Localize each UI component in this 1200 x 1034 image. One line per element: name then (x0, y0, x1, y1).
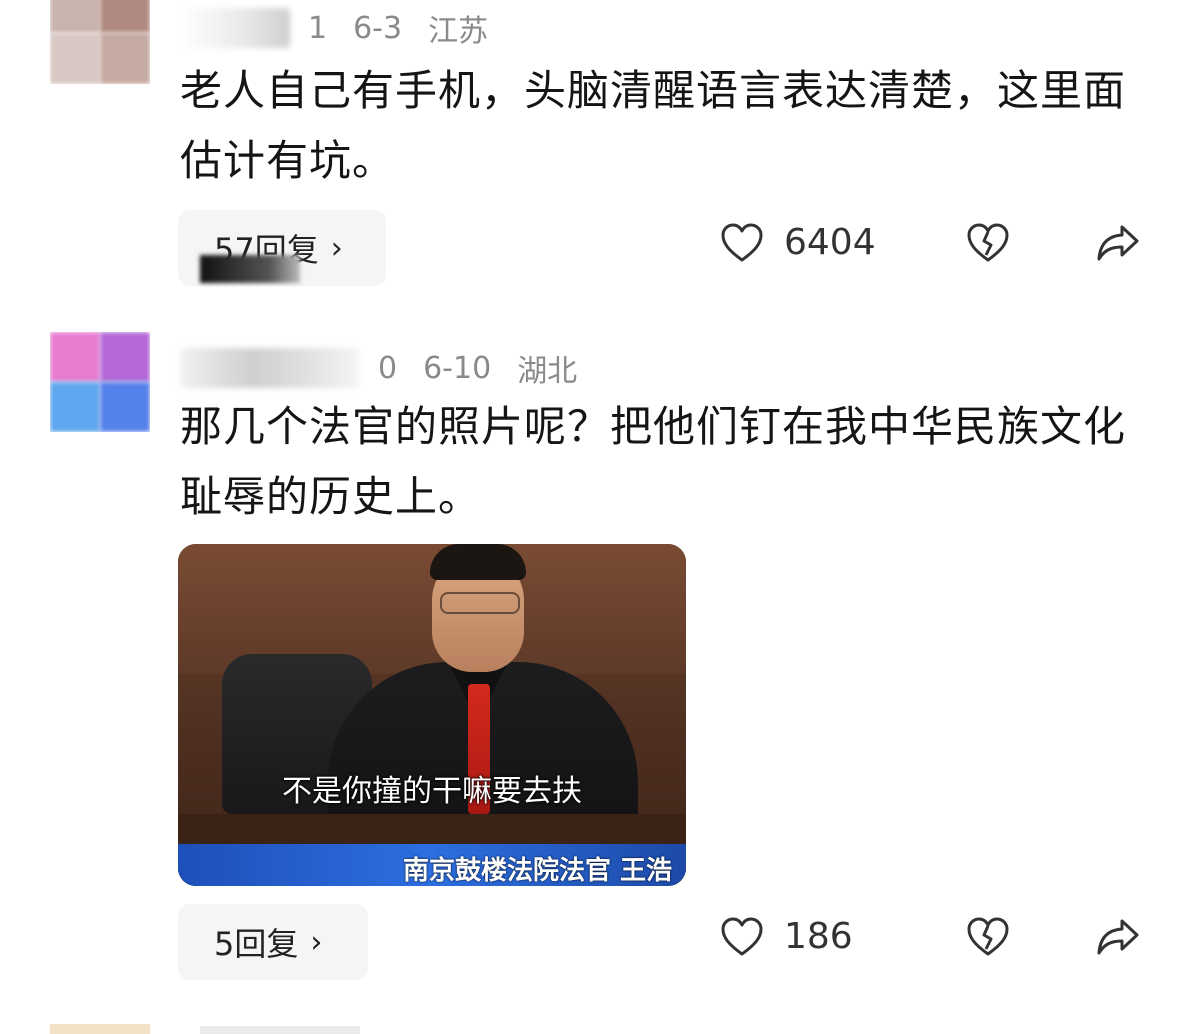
comment-meta: 0 6-10 湖北 (180, 346, 577, 390)
avatar[interactable] (50, 332, 150, 432)
comment-location: 湖北 (517, 354, 578, 389)
heart-outline-icon (721, 223, 763, 261)
share-button[interactable] (1096, 223, 1140, 263)
next-username-peek (200, 1026, 360, 1034)
dislike-button[interactable] (966, 917, 1010, 957)
comment-date: 6-10 (423, 350, 492, 386)
comment-image[interactable]: 不是你撞的干嘛要去扶 南京鼓楼法院法官 王浩 (178, 544, 686, 886)
username-tail: 0 (378, 350, 398, 386)
comment-text: 老人自己有手机，头脑清醒语言表达清楚，这里面估计有坑。 (180, 66, 1127, 185)
dislike-button[interactable] (966, 223, 1010, 263)
username-redacted[interactable] (180, 8, 290, 48)
comment-actions: 6404 (720, 222, 1140, 263)
username-tail: 1 (308, 10, 328, 46)
comment-location: 江苏 (428, 14, 489, 49)
share-button[interactable] (1096, 917, 1140, 957)
like-count: 186 (784, 916, 853, 957)
comment-item: 1 6-3 江苏 老人自己有手机，头脑清醒语言表达清楚，这里面估计有坑。 57回… (0, 0, 1200, 300)
view-replies-button[interactable]: 5回复 › (178, 904, 368, 980)
like-button[interactable]: 6404 (720, 222, 940, 263)
broken-heart-icon (967, 223, 1009, 261)
broken-heart-icon (967, 917, 1009, 955)
heart-outline-icon (721, 917, 763, 955)
share-arrow-icon (1097, 225, 1139, 260)
comment-actions: 186 (720, 916, 1140, 957)
like-button[interactable]: 186 (720, 916, 910, 957)
reply-count-label: 5回复 (214, 925, 299, 963)
redaction-smudge (200, 255, 300, 283)
avatar[interactable] (50, 0, 150, 84)
video-subtitle: 不是你撞的干嘛要去扶 (282, 774, 582, 809)
comment-text: 那几个法官的照片呢？把他们钉在我中华民族文化耻辱的历史上。 (180, 402, 1127, 521)
share-arrow-icon (1097, 919, 1139, 954)
next-avatar-peek (50, 1024, 150, 1034)
comment-meta: 1 6-3 江苏 (180, 6, 488, 50)
username-redacted[interactable] (180, 348, 360, 388)
comment-item: 0 6-10 湖北 那几个法官的照片呢？把他们钉在我中华民族文化耻辱的历史上。 … (0, 300, 1200, 1000)
comment-date: 6-3 (353, 10, 403, 46)
chevron-right-icon: › (330, 230, 343, 266)
like-count: 6404 (784, 222, 876, 263)
video-caption: 南京鼓楼法院法官 王浩 (402, 856, 672, 886)
chevron-right-icon: › (310, 924, 323, 960)
